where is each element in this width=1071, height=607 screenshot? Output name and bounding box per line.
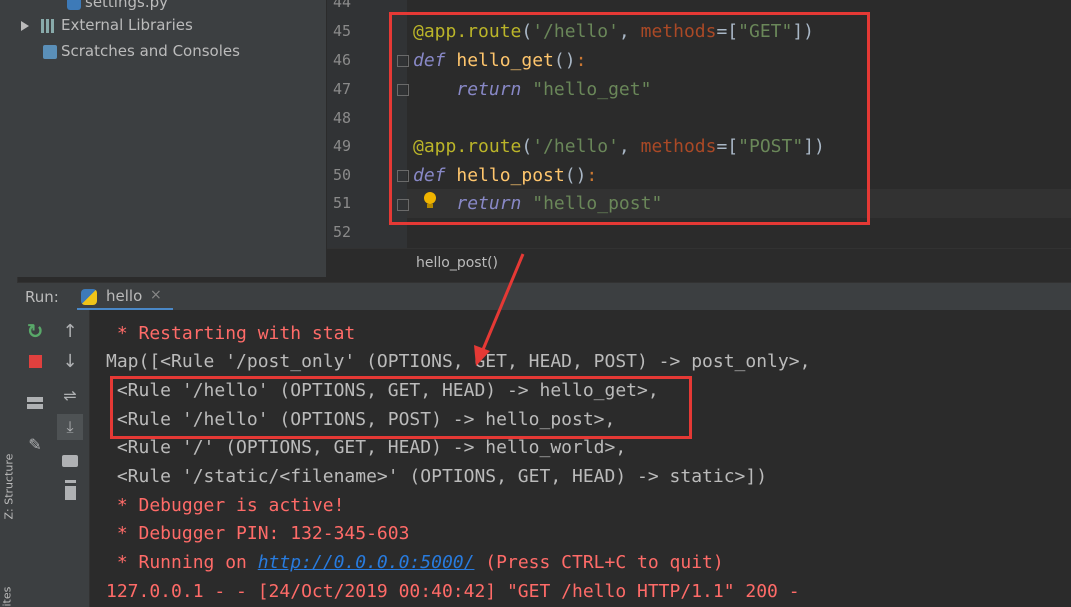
favorites-tool-tab[interactable]: ites	[1, 577, 14, 607]
run-tab-label: hello	[106, 287, 143, 305]
pin-icon[interactable]: ✎	[24, 433, 46, 455]
soft-wrap-icon[interactable]: ⇌	[59, 384, 81, 406]
run-toolbar-primary: ↻ ✎	[17, 310, 53, 607]
line-number: 47	[333, 80, 352, 98]
tree-item-settings[interactable]: settings.py	[67, 0, 168, 12]
line-number: 50	[333, 166, 352, 184]
console-output[interactable]: * Serving Flask app, debug mode on * Res…	[90, 310, 1071, 607]
code-highlight-box	[389, 12, 870, 225]
python-icon	[81, 289, 97, 305]
project-panel: settings.py External Libraries Scratches…	[17, 0, 326, 277]
structure-tool-tab[interactable]: Z: Structure	[3, 454, 16, 520]
breadcrumb[interactable]: hello_post()	[327, 248, 1071, 278]
run-toolbar-secondary: ↑ ↓ ⇌ ⤓	[53, 310, 90, 607]
console-highlight-box	[110, 376, 692, 439]
tree-item-scratches[interactable]: Scratches and Consoles	[43, 41, 240, 61]
line-number: 46	[333, 51, 352, 69]
server-url-link[interactable]: http://0.0.0.0:5000/	[258, 552, 475, 573]
line-number: 51	[333, 194, 352, 212]
stop-icon[interactable]	[24, 350, 46, 372]
run-tab-hello[interactable]: hello ×	[77, 283, 173, 311]
python-file-icon	[67, 0, 81, 10]
trash-icon[interactable]	[59, 480, 81, 502]
layout-icon[interactable]	[24, 392, 46, 414]
run-panel-header: Run: hello ×	[17, 282, 1071, 311]
arrow-down-icon[interactable]: ↓	[59, 350, 81, 372]
console-line: <Rule '/static/<filename>' (OPTIONS, GET…	[106, 466, 768, 487]
scratches-icon	[43, 44, 57, 59]
line-number: 44	[333, 0, 352, 11]
code-editor[interactable]: 44 45 46 47 48 49 50 51 52 @app.route('/…	[327, 0, 1071, 278]
line-number: 48	[333, 109, 352, 127]
close-icon[interactable]: ×	[150, 287, 162, 303]
library-icon	[41, 18, 57, 33]
console-line: Map([<Rule '/post_only' (OPTIONS, GET, H…	[106, 351, 811, 372]
console-line-partial: * Serving Flask app, debug mode on	[106, 310, 496, 315]
breadcrumb-item[interactable]: hello_post()	[416, 255, 498, 271]
line-number: 49	[333, 137, 352, 155]
console-line-request: 127.0.0.1 - - [24/Oct/2019 00:40:42] "GE…	[106, 581, 800, 602]
console-line: * Debugger PIN: 132-345-603	[106, 523, 410, 544]
line-number: 52	[333, 223, 352, 241]
scroll-to-end-icon[interactable]: ⤓	[57, 414, 83, 440]
run-label: Run:	[25, 288, 59, 306]
left-tool-strip: Z: Structure ites	[0, 0, 18, 607]
arrow-up-icon[interactable]: ↑	[59, 320, 81, 342]
print-icon[interactable]	[59, 450, 81, 472]
tree-item-external-libraries[interactable]: External Libraries	[21, 15, 193, 35]
console-line: * Restarting with stat	[106, 323, 356, 344]
console-line-running: * Running on http://0.0.0.0:5000/ (Press…	[106, 552, 724, 573]
console-line: * Debugger is active!	[106, 495, 345, 516]
expand-arrow-icon[interactable]	[21, 20, 29, 31]
rerun-icon[interactable]: ↻	[24, 319, 46, 343]
line-number: 45	[333, 22, 352, 40]
